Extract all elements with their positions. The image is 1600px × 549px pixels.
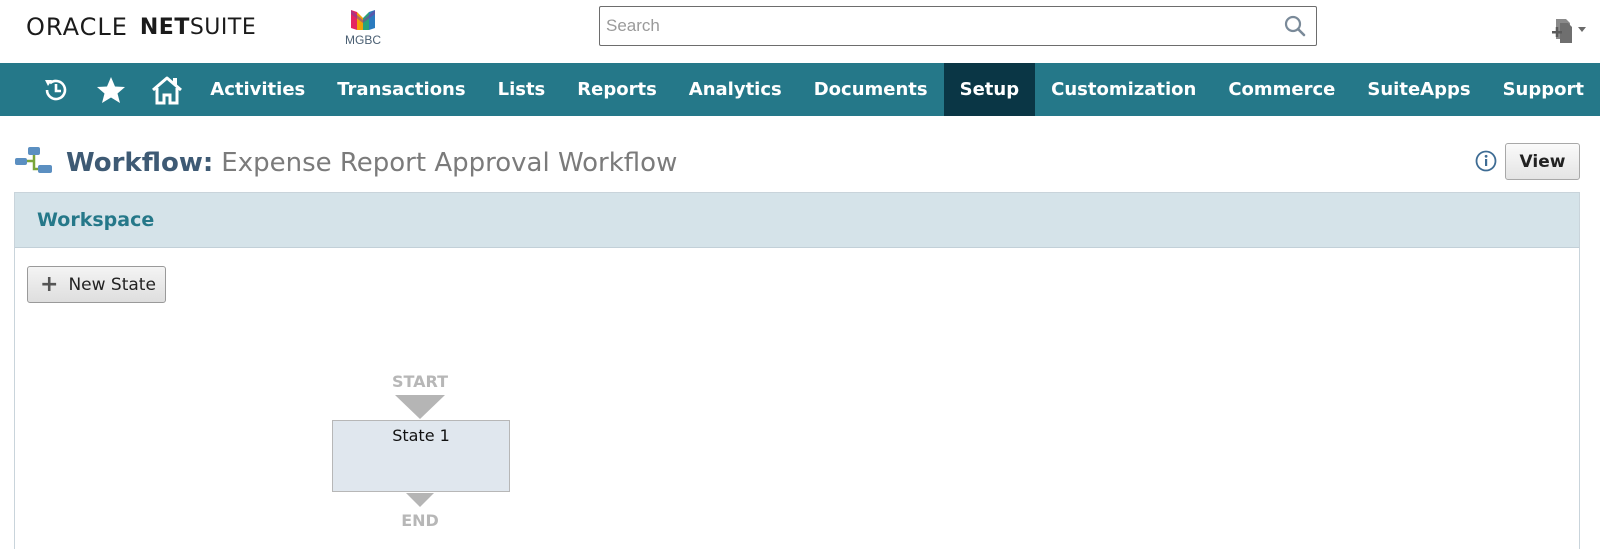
info-icon[interactable] (1475, 150, 1497, 176)
start-label: START (391, 372, 449, 391)
workspace-header[interactable]: Workspace (15, 193, 1579, 248)
nav-reports[interactable]: Reports (561, 63, 673, 116)
workspace-panel: Workspace (14, 192, 1580, 549)
company-logo[interactable]: MGBC (340, 8, 386, 47)
search-icon[interactable] (1284, 15, 1306, 41)
top-bar: ORACLE NETSUITE MGBC (0, 0, 1600, 63)
nav-activities[interactable]: Activities (194, 63, 321, 116)
nav-documents[interactable]: Documents (798, 63, 944, 116)
nav-support[interactable]: Support (1487, 63, 1600, 116)
view-button[interactable]: View (1505, 143, 1580, 180)
nav-home[interactable] (139, 63, 194, 116)
recent-icon (44, 79, 66, 100)
create-new-menu[interactable] (1550, 17, 1588, 47)
nav-favorites[interactable] (83, 63, 138, 116)
home-icon (151, 76, 182, 104)
new-state-button[interactable]: + New State (27, 266, 166, 303)
nav-customization[interactable]: Customization (1035, 63, 1212, 116)
nav-lists[interactable]: Lists (482, 63, 562, 116)
nav-suiteapps[interactable]: SuiteApps (1351, 63, 1486, 116)
workspace-title: Workspace (37, 209, 155, 231)
workflow-icon (14, 145, 54, 181)
workflow-state[interactable]: State 1 (332, 420, 510, 492)
page-title: Workflow: Expense Report Approval Workfl… (14, 141, 677, 185)
global-search (599, 6, 1317, 46)
state-label: State 1 (392, 426, 450, 445)
company-name: MGBC (345, 33, 381, 47)
nav-setup[interactable]: Setup (943, 63, 1036, 116)
nav-analytics[interactable]: Analytics (673, 63, 798, 116)
nav-transactions[interactable]: Transactions (321, 63, 481, 116)
oracle-netsuite-logo[interactable]: ORACLE NETSUITE (26, 12, 256, 42)
create-new-icon (1552, 19, 1586, 43)
search-input[interactable] (600, 7, 1240, 45)
start-arrow-icon (395, 395, 445, 419)
mgbc-logo-icon (351, 10, 375, 30)
end-label: END (401, 511, 439, 530)
nav-recent[interactable] (28, 63, 83, 116)
logo-oracle-text: ORACLE (26, 13, 128, 41)
new-state-label: New State (68, 274, 156, 295)
main-navigation: Activities Transactions Lists Reports An… (0, 63, 1600, 116)
record-type-label: Workflow: (66, 148, 214, 178)
record-name: Expense Report Approval Workflow (221, 148, 678, 178)
logo-netsuite-text: NETSUITE (139, 14, 257, 40)
favorites-star-icon (97, 76, 126, 103)
nav-commerce[interactable]: Commerce (1212, 63, 1351, 116)
end-arrow-icon (406, 493, 434, 507)
plus-icon: + (40, 271, 59, 297)
